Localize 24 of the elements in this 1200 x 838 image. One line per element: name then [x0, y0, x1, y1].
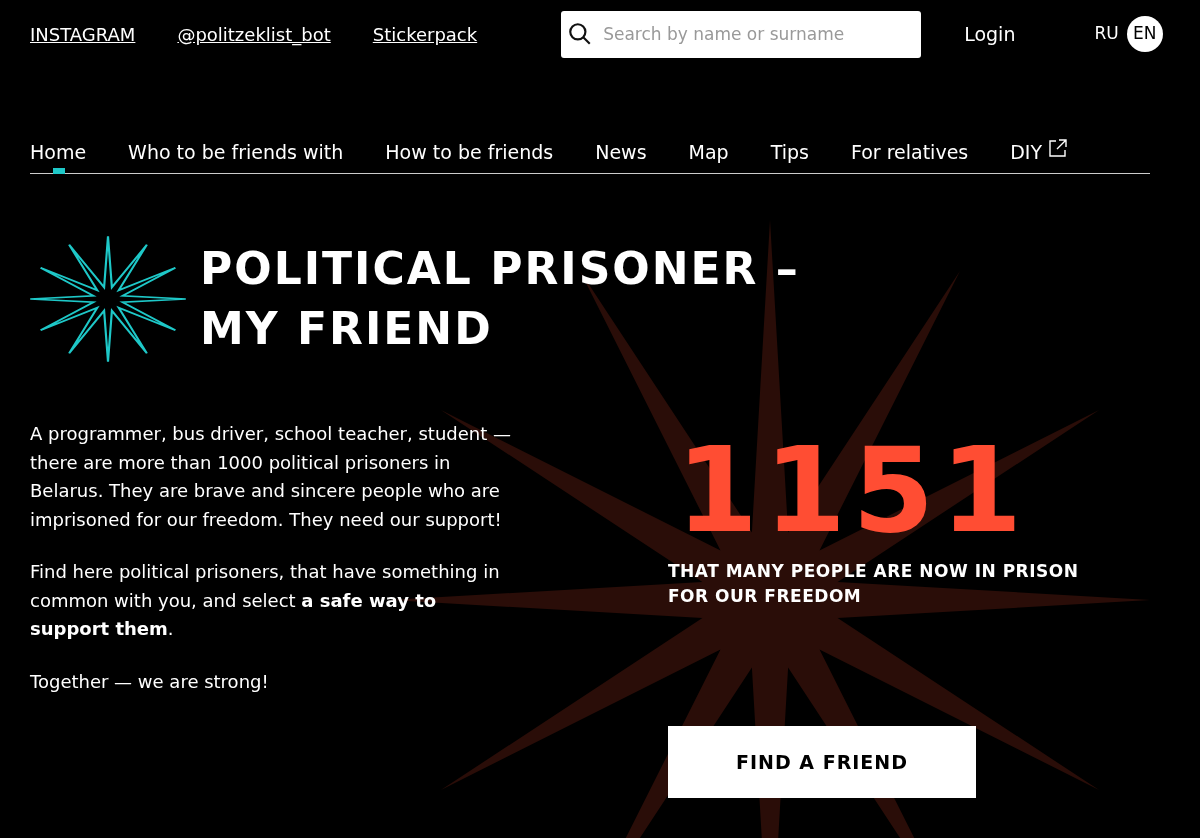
social-link[interactable]: INSTAGRAM — [30, 20, 136, 48]
intro-paragraph: Together — we are strong! — [30, 669, 270, 694]
page-title: POLITICAL PRISONER – MY FRIEND — [200, 242, 800, 356]
nav-tab[interactable]: Who to be friends with — [128, 130, 344, 174]
nav-tab[interactable]: Tips — [770, 130, 809, 174]
intro-paragraph: A programmer, bus driver, school teacher, student — there are more than 1000 political prisoners in Belarus. They are brave and sincere people who are imprisoned for our freedom. They need our support! — [30, 422, 512, 532]
search-field[interactable]: Search by name or surname — [561, 10, 922, 58]
nav-tab[interactable]: For relatives — [850, 130, 969, 174]
nav-tab[interactable]: How to be friends — [385, 130, 554, 174]
nav-tab[interactable]: DIY — [1010, 130, 1069, 174]
counter-caption: THAT MANY PEOPLE ARE NOW IN PRISON FOR OUR FREEDOM — [668, 560, 1080, 608]
prisoner-count: 1151 — [675, 435, 1030, 545]
find-friend-button[interactable]: FIND A FRIEND — [668, 726, 976, 798]
star-icon — [30, 236, 186, 362]
social-link[interactable]: @politzeklist_bot — [177, 20, 331, 48]
nav-tab[interactable]: Map — [688, 130, 729, 174]
login-button[interactable]: Login — [964, 19, 1016, 49]
language-button[interactable]: EN — [1126, 16, 1163, 52]
language-button[interactable]: RU — [1094, 21, 1119, 47]
nav-tab[interactable]: Home — [30, 130, 87, 174]
external-link-icon — [1048, 138, 1069, 158]
social-link[interactable]: Stickerpack — [372, 20, 478, 48]
intro-paragraph: Find here political prisoners, that have something in common with you, and select a safe way to support them. — [30, 560, 501, 641]
nav-tab[interactable]: News — [595, 130, 647, 174]
